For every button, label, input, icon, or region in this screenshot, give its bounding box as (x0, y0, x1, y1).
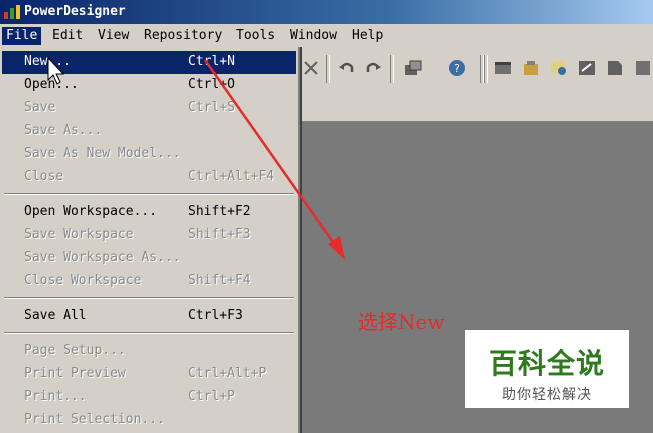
watermark-title: 百科全说 (488, 347, 605, 380)
annotation-arrow-line (203, 59, 342, 253)
mouse-cursor-icon (47, 56, 65, 85)
watermark-logo: 百科全说 助你轻松解决 (465, 330, 629, 408)
watermark-subtitle: 助你轻松解决 (502, 387, 592, 403)
annotation-text: 选择New (358, 310, 445, 334)
